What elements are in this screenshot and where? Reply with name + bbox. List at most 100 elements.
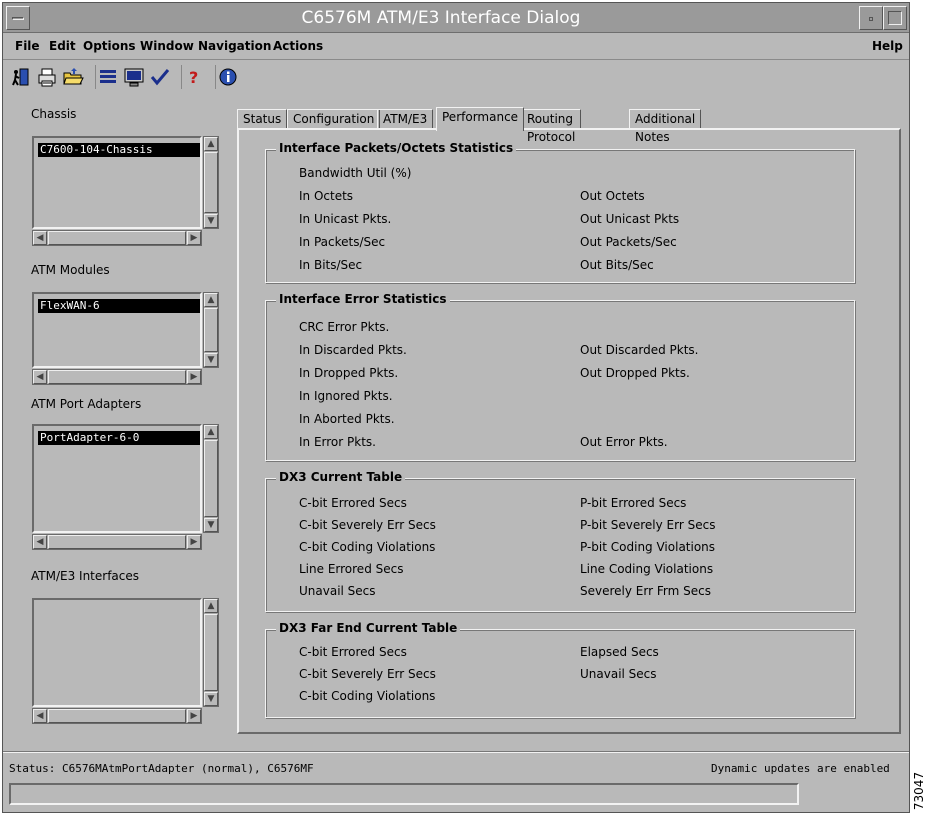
in-octets-label: In Octets xyxy=(299,189,354,203)
tab-status[interactable]: Status xyxy=(237,109,288,129)
dx3-far-end-group: DX3 Far End Current Table C-bit Errored … xyxy=(265,621,855,718)
menu-edit[interactable]: Edit xyxy=(49,39,76,53)
atm-e3-interfaces-label: ATM/E3 Interfaces xyxy=(31,569,140,583)
monitor-icon[interactable] xyxy=(122,65,146,89)
exit-door-icon[interactable] xyxy=(9,65,33,89)
atm-e3-interfaces-vertical-scrollbar[interactable]: ▲ ▼ xyxy=(203,598,219,707)
open-folder-icon[interactable] xyxy=(61,65,85,89)
line-coding-label: Line Coding Violations xyxy=(580,562,714,576)
scroll-left-icon[interactable]: ◀ xyxy=(33,709,47,723)
scroll-down-icon[interactable]: ▼ xyxy=(204,692,218,706)
figure-id: 73047 xyxy=(912,772,930,812)
info-icon[interactable] xyxy=(215,65,239,89)
menu-actions[interactable]: Actions xyxy=(273,39,323,53)
atm-port-adapters-horizontal-scrollbar[interactable]: ◀ ▶ xyxy=(32,534,202,550)
in-unicast-label: In Unicast Pkts. xyxy=(299,212,392,226)
tab-configuration[interactable]: Configuration xyxy=(287,109,381,129)
out-error-label: Out Error Pkts. xyxy=(580,435,668,449)
atm-modules-vertical-scrollbar[interactable]: ▲ ▼ xyxy=(203,292,219,368)
menu-file[interactable]: File xyxy=(15,39,40,53)
scroll-left-icon[interactable]: ◀ xyxy=(33,370,47,384)
group-title: DX3 Current Table xyxy=(276,470,406,484)
atm-e3-interfaces-horizontal-scrollbar[interactable]: ◀ ▶ xyxy=(32,708,202,724)
far-c-bit-coding-label: C-bit Coding Violations xyxy=(299,689,436,703)
menu-window[interactable]: Window xyxy=(140,39,194,53)
dynamic-updates-text: Dynamic updates are enabled xyxy=(711,762,890,775)
scroll-up-icon[interactable]: ▲ xyxy=(204,293,218,307)
scroll-right-icon[interactable]: ▶ xyxy=(187,709,201,723)
scroll-up-icon[interactable]: ▲ xyxy=(204,425,218,439)
c-bit-errored-label: C-bit Errored Secs xyxy=(299,496,407,510)
chassis-horizontal-scrollbar[interactable]: ◀ ▶ xyxy=(32,230,202,246)
window-menu-button[interactable] xyxy=(6,6,30,30)
atm-modules-listbox[interactable]: FlexWAN-6 ▲ ▼ ◀ ▶ xyxy=(32,292,220,385)
group-title: Interface Error Statistics xyxy=(276,292,450,306)
menu-help[interactable]: Help xyxy=(872,39,903,53)
severely-err-frm-label: Severely Err Frm Secs xyxy=(580,584,711,598)
error-statistics-group: Interface Error Statistics CRC Error Pkt… xyxy=(265,292,855,461)
p-bit-errored-label: P-bit Errored Secs xyxy=(580,496,687,510)
list-item[interactable]: PortAdapter-6-0 xyxy=(38,431,200,445)
scroll-down-icon[interactable]: ▼ xyxy=(204,353,218,367)
p-bit-severely-label: P-bit Severely Err Secs xyxy=(580,518,716,532)
p-bit-coding-label: P-bit Coding Violations xyxy=(580,540,716,554)
atm-port-adapters-vertical-scrollbar[interactable]: ▲ ▼ xyxy=(203,424,219,533)
out-bits-sec-label: Out Bits/Sec xyxy=(580,258,654,272)
chassis-vertical-scrollbar[interactable]: ▲ ▼ xyxy=(203,136,219,229)
tab-performance[interactable]: Performance xyxy=(436,107,525,131)
scroll-left-icon[interactable]: ◀ xyxy=(33,535,47,549)
line-errored-label: Line Errored Secs xyxy=(299,562,404,576)
menu-navigation[interactable]: Navigation xyxy=(198,39,271,53)
out-packets-sec-label: Out Packets/Sec xyxy=(580,235,677,249)
status-text: Status: C6576MAtmPortAdapter (normal), C… xyxy=(9,762,314,775)
out-discarded-label: Out Discarded Pkts. xyxy=(580,343,699,357)
in-bits-sec-label: In Bits/Sec xyxy=(299,258,363,272)
tab-routing-protocol[interactable]: Routing Protocol xyxy=(521,109,582,144)
far-c-bit-errored-label: C-bit Errored Secs xyxy=(299,645,407,659)
scroll-down-icon[interactable]: ▼ xyxy=(204,518,218,532)
dx3-current-group: DX3 Current Table C-bit Errored Secs P-b… xyxy=(265,470,855,612)
list-item[interactable]: FlexWAN-6 xyxy=(38,299,200,313)
bandwidth-util-label: Bandwidth Util (%) xyxy=(299,166,412,180)
chassis-listbox[interactable]: C7600-104-Chassis ▲ ▼ ◀ ▶ xyxy=(32,136,220,246)
atm-port-adapters-label: ATM Port Adapters xyxy=(31,397,142,411)
far-unavail-secs-label: Unavail Secs xyxy=(580,667,657,681)
scroll-right-icon[interactable]: ▶ xyxy=(187,231,201,245)
far-c-bit-severely-label: C-bit Severely Err Secs xyxy=(299,667,436,681)
out-unicast-label: Out Unicast Pkts xyxy=(580,212,680,226)
tab-additional-notes[interactable]: Additional Notes xyxy=(629,109,702,144)
figure-id-text: 73047 xyxy=(912,771,927,811)
scroll-up-icon[interactable]: ▲ xyxy=(204,599,218,613)
scroll-down-icon[interactable]: ▼ xyxy=(204,214,218,228)
list-icon[interactable] xyxy=(95,65,119,89)
tab-atm-e3[interactable]: ATM/E3 xyxy=(377,109,434,129)
elapsed-secs-label: Elapsed Secs xyxy=(580,645,659,659)
packets-octets-group: Interface Packets/Octets Statistics Band… xyxy=(265,141,855,283)
out-octets-label: Out Octets xyxy=(580,189,645,203)
scroll-left-icon[interactable]: ◀ xyxy=(33,231,47,245)
maximize-button[interactable] xyxy=(883,6,907,30)
window-title: C6576M ATM/E3 Interface Dialog xyxy=(301,8,581,28)
scroll-up-icon[interactable]: ▲ xyxy=(204,137,218,151)
checkmark-icon[interactable] xyxy=(148,65,172,89)
atm-modules-horizontal-scrollbar[interactable]: ◀ ▶ xyxy=(32,369,202,385)
c-bit-coding-label: C-bit Coding Violations xyxy=(299,540,436,554)
scroll-right-icon[interactable]: ▶ xyxy=(187,535,201,549)
group-title: DX3 Far End Current Table xyxy=(276,621,461,635)
atm-port-adapters-listbox[interactable]: PortAdapter-6-0 ▲ ▼ ◀ ▶ xyxy=(32,424,220,550)
printer-icon[interactable] xyxy=(35,65,59,89)
scroll-right-icon[interactable]: ▶ xyxy=(187,370,201,384)
crc-error-label: CRC Error Pkts. xyxy=(299,320,390,334)
menu-options[interactable]: Options xyxy=(83,39,136,53)
atm-e3-interfaces-listbox[interactable]: ▲ ▼ ◀ ▶ xyxy=(32,598,220,724)
in-error-label: In Error Pkts. xyxy=(299,435,376,449)
help-question-icon[interactable]: ? xyxy=(181,65,205,89)
minimize-button[interactable] xyxy=(859,6,883,30)
c-bit-severely-label: C-bit Severely Err Secs xyxy=(299,518,436,532)
menu-bar: File Edit Options Window Navigation Acti… xyxy=(3,34,909,60)
status-separator xyxy=(3,751,909,753)
chassis-label: Chassis xyxy=(31,107,77,121)
list-item[interactable]: C7600-104-Chassis xyxy=(38,143,200,157)
dialog-window: C6576M ATM/E3 Interface Dialog File Edit… xyxy=(2,2,910,813)
out-dropped-label: Out Dropped Pkts. xyxy=(580,366,690,380)
